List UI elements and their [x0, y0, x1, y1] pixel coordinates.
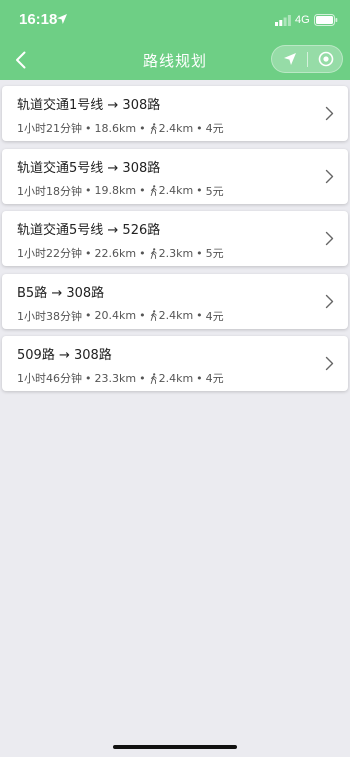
route-duration: 1小时21分钟: [17, 122, 82, 135]
target-circle-icon: [318, 51, 333, 67]
route-name: 509路 → 308路: [17, 348, 112, 363]
separator-dot: •: [196, 371, 203, 385]
separator-dot: •: [85, 121, 92, 135]
route-card[interactable]: 轨道交通1号线 → 308路 1小时21分钟 • 18.6km • 2.4km …: [2, 86, 348, 141]
walking-person-icon: [150, 372, 157, 384]
route-detail: 1小时22分钟 • 22.6km • 2.3km • 5元: [17, 245, 224, 261]
nav-bar: 路线规划: [0, 42, 350, 78]
separator-dot: •: [85, 184, 92, 197]
route-duration: 1小时18分钟: [17, 184, 82, 198]
separator-dot: •: [196, 184, 203, 197]
route-detail: 1小时18分钟 • 19.8km • 2.4km • 5元: [17, 183, 224, 199]
route-card[interactable]: 轨道交通5号线 → 526路 1小时22分钟 • 22.6km • 2.3km …: [2, 211, 348, 266]
separator-dot: •: [196, 309, 203, 322]
route-walk-distance: 2.4km: [158, 184, 194, 197]
route-duration: 1小时38分钟: [17, 309, 82, 323]
route-detail: 1小时38分钟 • 20.4km • 2.4km • 4元: [17, 308, 224, 324]
walking-person-icon: [150, 185, 157, 196]
route-fare: 5元: [205, 184, 224, 198]
route-fare: 5元: [205, 247, 224, 260]
walking-person-icon: [150, 247, 157, 259]
route-name: 轨道交通5号线 → 308路: [17, 160, 161, 176]
separator-dot: •: [85, 371, 92, 385]
header: 16:18 4G 路线规划: [0, 0, 350, 80]
location-arrow-icon: [57, 14, 67, 24]
route-distance: 22.6km: [94, 246, 137, 260]
separator-dot: •: [139, 371, 146, 385]
close-miniprogram-button[interactable]: [308, 46, 343, 72]
chevron-right-icon: [325, 356, 334, 371]
status-bar: 16:18 4G: [0, 0, 350, 42]
status-time: 16:18: [19, 11, 58, 28]
separator-dot: •: [85, 309, 92, 322]
network-label: 4G: [295, 14, 310, 26]
separator-dot: •: [196, 121, 203, 135]
locate-button[interactable]: [272, 46, 307, 72]
route-card[interactable]: 轨道交通5号线 → 308路 1小时18分钟 • 19.8km • 2.4km …: [2, 148, 348, 204]
home-indicator[interactable]: [113, 745, 237, 749]
route-list: 轨道交通1号线 → 308路 1小时21分钟 • 18.6km • 2.4km …: [2, 86, 348, 399]
chevron-right-icon: [325, 169, 334, 183]
navigation-arrow-icon: [283, 53, 296, 65]
route-distance: 23.3km: [94, 371, 137, 385]
route-walk-distance: 2.4km: [158, 121, 194, 135]
route-walk-distance: 2.4km: [158, 309, 194, 322]
chevron-right-icon: [325, 231, 334, 246]
route-distance: 20.4km: [94, 309, 137, 322]
route-fare: 4元: [205, 372, 224, 385]
route-distance: 18.6km: [94, 121, 137, 135]
route-fare: 4元: [205, 309, 224, 323]
capsule-menu: [271, 45, 343, 73]
route-duration: 1小时46分钟: [17, 372, 82, 385]
route-distance: 19.8km: [94, 184, 137, 197]
route-duration: 1小时22分钟: [17, 247, 82, 260]
walking-person-icon: [150, 122, 157, 134]
separator-dot: •: [139, 309, 146, 322]
route-card[interactable]: 509路 → 308路 1小时46分钟 • 23.3km • 2.4km • 4…: [2, 336, 348, 391]
battery-icon: [314, 14, 338, 26]
route-walk-distance: 2.3km: [158, 246, 194, 260]
route-name: B5路 → 308路: [17, 285, 105, 301]
separator-dot: •: [85, 246, 92, 260]
walking-person-icon: [150, 310, 157, 321]
route-name: 轨道交通5号线 → 526路: [17, 223, 161, 238]
chevron-right-icon: [325, 294, 334, 308]
signal-icon: [275, 15, 291, 26]
route-fare: 4元: [205, 122, 224, 135]
route-detail: 1小时21分钟 • 18.6km • 2.4km • 4元: [17, 120, 224, 136]
route-card[interactable]: B5路 → 308路 1小时38分钟 • 20.4km • 2.4km • 4元: [2, 273, 348, 329]
separator-dot: •: [196, 246, 203, 260]
separator-dot: •: [139, 121, 146, 135]
separator-dot: •: [139, 246, 146, 260]
chevron-right-icon: [325, 106, 334, 121]
separator-dot: •: [139, 184, 146, 197]
route-name: 轨道交通1号线 → 308路: [17, 98, 161, 113]
route-detail: 1小时46分钟 • 23.3km • 2.4km • 4元: [17, 370, 224, 386]
route-walk-distance: 2.4km: [158, 371, 194, 385]
